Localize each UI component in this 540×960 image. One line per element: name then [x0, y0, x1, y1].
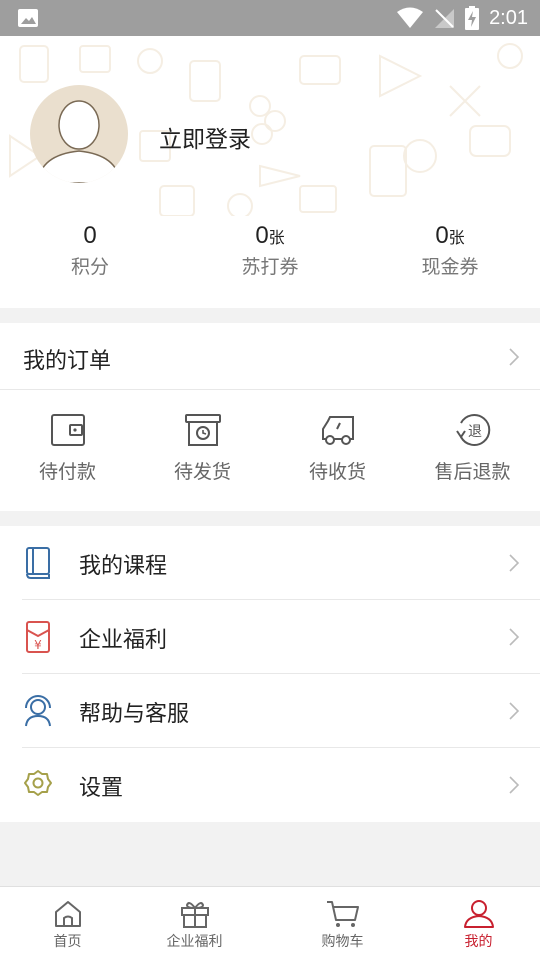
- menu-item-company-benefits[interactable]: ¥ 企业福利: [0, 600, 540, 674]
- user-icon: [463, 900, 494, 928]
- chevron-right-icon: [509, 628, 520, 646]
- menu-item-help-service[interactable]: 帮助与客服: [0, 674, 540, 748]
- gear-icon: [24, 770, 52, 796]
- order-label: 待收货: [308, 461, 366, 483]
- gift-icon: [180, 902, 209, 928]
- menu-list: 我的课程 ¥ 企业福利 帮助与客服 设置: [0, 526, 540, 822]
- box-clock-icon: [184, 414, 221, 446]
- stat-label: 苏打券: [241, 256, 299, 278]
- profile-header: 立即登录 0 积分 0张 苏打券 0张 现金券: [0, 36, 540, 308]
- order-label: 售后退款: [434, 461, 511, 483]
- order-refund[interactable]: 退 售后退款: [405, 413, 540, 484]
- menu-item-settings[interactable]: 设置: [0, 748, 540, 822]
- status-time: 2:01: [489, 6, 528, 29]
- stat-label: 现金券: [421, 256, 479, 278]
- stat-value: 0: [83, 222, 97, 249]
- stat-value: 0: [255, 222, 269, 249]
- chevron-right-icon: [509, 348, 520, 366]
- order-label: 待付款: [38, 461, 96, 483]
- stat-unit: 张: [268, 228, 285, 247]
- order-pending-payment[interactable]: 待付款: [0, 413, 135, 484]
- avatar[interactable]: [30, 85, 128, 183]
- tab-cart[interactable]: 购物车: [275, 887, 410, 960]
- tab-label: 我的: [464, 934, 493, 950]
- menu-label: 设置: [79, 776, 124, 801]
- truck-icon: [321, 416, 354, 445]
- login-link[interactable]: 立即登录: [159, 120, 251, 154]
- refund-icon: 退: [455, 414, 490, 446]
- stat-unit: 张: [448, 228, 465, 247]
- cart-icon: [326, 901, 359, 927]
- wifi-icon: [397, 7, 424, 28]
- red-envelope-icon: ¥: [26, 621, 50, 653]
- chevron-right-icon: [509, 702, 520, 720]
- menu-label: 我的课程: [79, 554, 168, 579]
- menu-label: 帮助与客服: [79, 702, 190, 727]
- tab-label: 首页: [53, 934, 82, 950]
- tab-label: 企业福利: [166, 934, 223, 950]
- orders-section: 我的订单 待付款 待发货 待收货 退 售后退款: [0, 323, 540, 511]
- tab-company-benefits[interactable]: 企业福利: [127, 887, 262, 960]
- yen-glyph: ¥: [34, 638, 42, 652]
- stat-soda-coupon[interactable]: 0张 苏打券: [180, 222, 360, 279]
- my-orders-row[interactable]: 我的订单: [0, 323, 540, 390]
- order-pending-receipt[interactable]: 待收货: [270, 413, 405, 484]
- headset-icon: [25, 695, 51, 727]
- image-icon: [18, 9, 38, 27]
- stat-points[interactable]: 0 积分: [0, 222, 180, 279]
- chevron-right-icon: [509, 776, 520, 794]
- status-bar: 2:01: [0, 0, 540, 36]
- order-label: 待发货: [173, 461, 231, 483]
- stat-value: 0: [435, 222, 449, 249]
- wallet-icon: [50, 414, 85, 446]
- menu-label: 企业福利: [79, 628, 168, 653]
- battery-charging-icon: [465, 6, 480, 30]
- bottom-tab-bar: 首页 企业福利 购物车 我的: [0, 886, 540, 960]
- home-icon: [54, 901, 81, 927]
- book-icon: [26, 547, 50, 579]
- tab-label: 购物车: [321, 934, 364, 950]
- refund-glyph: 退: [468, 424, 482, 440]
- menu-item-my-courses[interactable]: 我的课程: [0, 526, 540, 600]
- order-pending-shipment[interactable]: 待发货: [135, 413, 270, 484]
- signal-off-icon: [435, 9, 455, 28]
- tab-me[interactable]: 我的: [411, 887, 540, 960]
- orders-title: 我的订单: [23, 349, 112, 374]
- tab-home[interactable]: 首页: [0, 887, 135, 960]
- stat-label: 积分: [70, 256, 109, 278]
- default-avatar-icon: [37, 100, 121, 183]
- stat-cash-coupon[interactable]: 0张 现金券: [360, 222, 540, 279]
- chevron-right-icon: [509, 554, 520, 572]
